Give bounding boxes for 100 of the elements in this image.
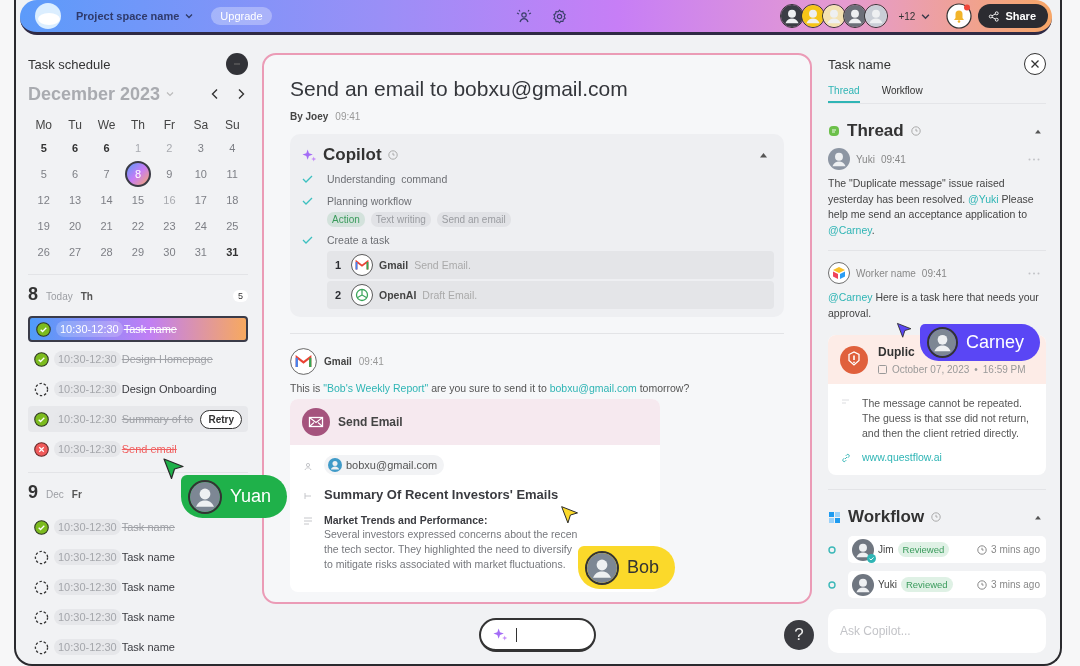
task-item[interactable]: 10:30-12:30 Task name xyxy=(28,604,248,630)
alert-icon xyxy=(840,346,868,374)
task-item[interactable]: 10:30-12:30 Task name xyxy=(28,514,248,540)
task-item[interactable]: 10:30-12:30 Design Homepage xyxy=(28,346,248,372)
caret-icon[interactable] xyxy=(185,12,194,20)
calendar-day[interactable]: 5 xyxy=(32,163,55,185)
website-link[interactable]: www.questflow.ai xyxy=(862,451,942,463)
check-circle-icon[interactable] xyxy=(36,321,51,337)
recipient-chip[interactable]: bobxu@gmail.com xyxy=(324,455,445,475)
calendar-day[interactable]: 12 xyxy=(32,189,55,211)
check-circle-icon[interactable] xyxy=(34,411,49,427)
task-item[interactable]: 10:30-12:30 Summary of to Retry xyxy=(28,406,248,432)
mention-link[interactable]: @Carney xyxy=(828,223,872,236)
calendar-day[interactable]: 23 xyxy=(158,215,181,237)
calendar-day[interactable]: 25 xyxy=(221,215,244,237)
calendar-day[interactable]: 2 xyxy=(158,137,181,159)
calendar-day[interactable]: 6 xyxy=(95,137,118,159)
sparkle-icon xyxy=(302,147,317,163)
workflow-item[interactable]: Jim Reviewed 3 mins ago xyxy=(848,536,1046,563)
task-item[interactable]: 10:30-12:30 Task name xyxy=(28,544,248,570)
check-circle-icon[interactable] xyxy=(34,351,49,367)
retry-button[interactable]: Retry xyxy=(200,409,242,429)
calendar-day[interactable]: 27 xyxy=(64,241,87,263)
calendar-day[interactable]: 29 xyxy=(127,241,149,263)
avatar xyxy=(927,327,958,358)
check-circle-icon[interactable] xyxy=(34,519,49,535)
tag: Action xyxy=(327,212,365,227)
subtask-number: 2 xyxy=(335,289,343,301)
calendar-day[interactable]: 13 xyxy=(64,189,87,211)
calendar-day[interactable]: 8 xyxy=(125,161,151,187)
close-button[interactable] xyxy=(1024,53,1046,75)
calendar-day[interactable]: 10 xyxy=(189,163,212,185)
link[interactable]: bobxu@gmail.com xyxy=(549,382,637,394)
calendar-day[interactable]: 24 xyxy=(189,215,212,237)
upgrade-button[interactable]: Upgrade xyxy=(211,7,272,25)
dashed-circle-icon[interactable] xyxy=(34,609,49,625)
error-circle-icon[interactable] xyxy=(34,441,49,457)
tab[interactable]: Workflow xyxy=(881,81,923,103)
task-item[interactable]: 10:30-12:30 Task name xyxy=(28,316,248,342)
share-button[interactable]: Share xyxy=(978,4,1048,28)
calendar-day[interactable]: 22 xyxy=(127,215,149,237)
workflow-item[interactable]: Yuki Reviewed 3 mins ago xyxy=(848,571,1046,598)
link[interactable]: "Bob's Weekly Report" xyxy=(323,382,429,394)
step-label: Create a task xyxy=(327,234,390,246)
calendar-day[interactable]: 4 xyxy=(221,137,244,159)
caret-icon[interactable] xyxy=(1034,128,1042,134)
calendar-day[interactable]: 20 xyxy=(64,215,87,237)
month-picker[interactable]: December 2023 xyxy=(28,83,175,105)
task-item[interactable]: 10:30-12:30 Design Onboarding xyxy=(28,376,248,402)
subtask-row[interactable]: 1 Gmail Send Email. xyxy=(327,251,774,279)
collapse-button[interactable] xyxy=(226,53,248,75)
mention-link[interactable]: @Carney xyxy=(828,291,873,303)
dashed-circle-icon[interactable] xyxy=(34,579,49,595)
avatar xyxy=(852,573,874,596)
calendar-day[interactable]: 19 xyxy=(32,215,55,237)
chat-icon xyxy=(828,125,840,137)
calendar-day[interactable]: 9 xyxy=(158,163,181,185)
calendar-day[interactable]: 18 xyxy=(221,189,244,211)
calendar-day[interactable]: 6 xyxy=(64,163,87,185)
task-item[interactable]: 10:30-12:30 Task name xyxy=(28,634,248,660)
calendar-day[interactable]: 15 xyxy=(127,189,149,211)
calendar-day[interactable]: 26 xyxy=(32,241,55,263)
calendar-day[interactable]: 17 xyxy=(189,189,212,211)
task-item[interactable]: 10:30-12:30 Send email xyxy=(28,436,248,462)
calendar-day[interactable]: 14 xyxy=(95,189,118,211)
chevron-right-icon[interactable] xyxy=(236,88,246,100)
tab[interactable]: Thread xyxy=(828,81,860,103)
calendar-day[interactable]: 1 xyxy=(127,137,149,159)
dashed-circle-icon[interactable] xyxy=(34,381,49,397)
caret-icon[interactable] xyxy=(759,152,768,158)
people-icon[interactable] xyxy=(515,9,532,23)
calendar-day[interactable]: 28 xyxy=(95,241,118,263)
copilot-input[interactable] xyxy=(478,618,596,652)
project-switcher[interactable]: Project space name xyxy=(76,10,194,22)
avatar xyxy=(585,550,619,585)
calendar-day[interactable]: 16 xyxy=(158,189,181,211)
dashed-circle-icon[interactable] xyxy=(34,639,49,655)
ask-input[interactable]: Ask Copilot... xyxy=(828,609,1046,653)
task-item[interactable]: 10:30-12:30 Task name xyxy=(28,574,248,600)
caret-icon[interactable] xyxy=(921,11,931,21)
calendar-day[interactable]: 5 xyxy=(32,137,55,159)
calendar-day[interactable]: 7 xyxy=(95,163,118,185)
subtask-row[interactable]: 2 OpenAI Draft Email. xyxy=(327,281,774,309)
close-icon[interactable] xyxy=(1030,59,1040,69)
calendar-day[interactable]: 11 xyxy=(221,163,244,185)
dashed-circle-icon[interactable] xyxy=(34,549,49,565)
caret-icon[interactable] xyxy=(1034,514,1042,520)
calendar-day[interactable]: 21 xyxy=(95,215,118,237)
calendar-day[interactable]: 3 xyxy=(189,137,212,159)
calendar-day[interactable]: 6 xyxy=(64,137,87,159)
bell-icon[interactable] xyxy=(946,3,973,29)
alert-title: Duplic xyxy=(878,345,915,359)
settings-icon[interactable] xyxy=(551,8,567,24)
mention-link[interactable]: @Yuki xyxy=(968,192,999,205)
calendar-day[interactable]: 31 xyxy=(189,241,212,263)
help-button[interactable]: ? xyxy=(784,620,814,650)
chevron-left-icon[interactable] xyxy=(210,88,220,100)
share-icon[interactable] xyxy=(988,10,1000,22)
calendar-day[interactable]: 30 xyxy=(158,241,181,263)
calendar-day[interactable]: 31 xyxy=(221,241,244,263)
